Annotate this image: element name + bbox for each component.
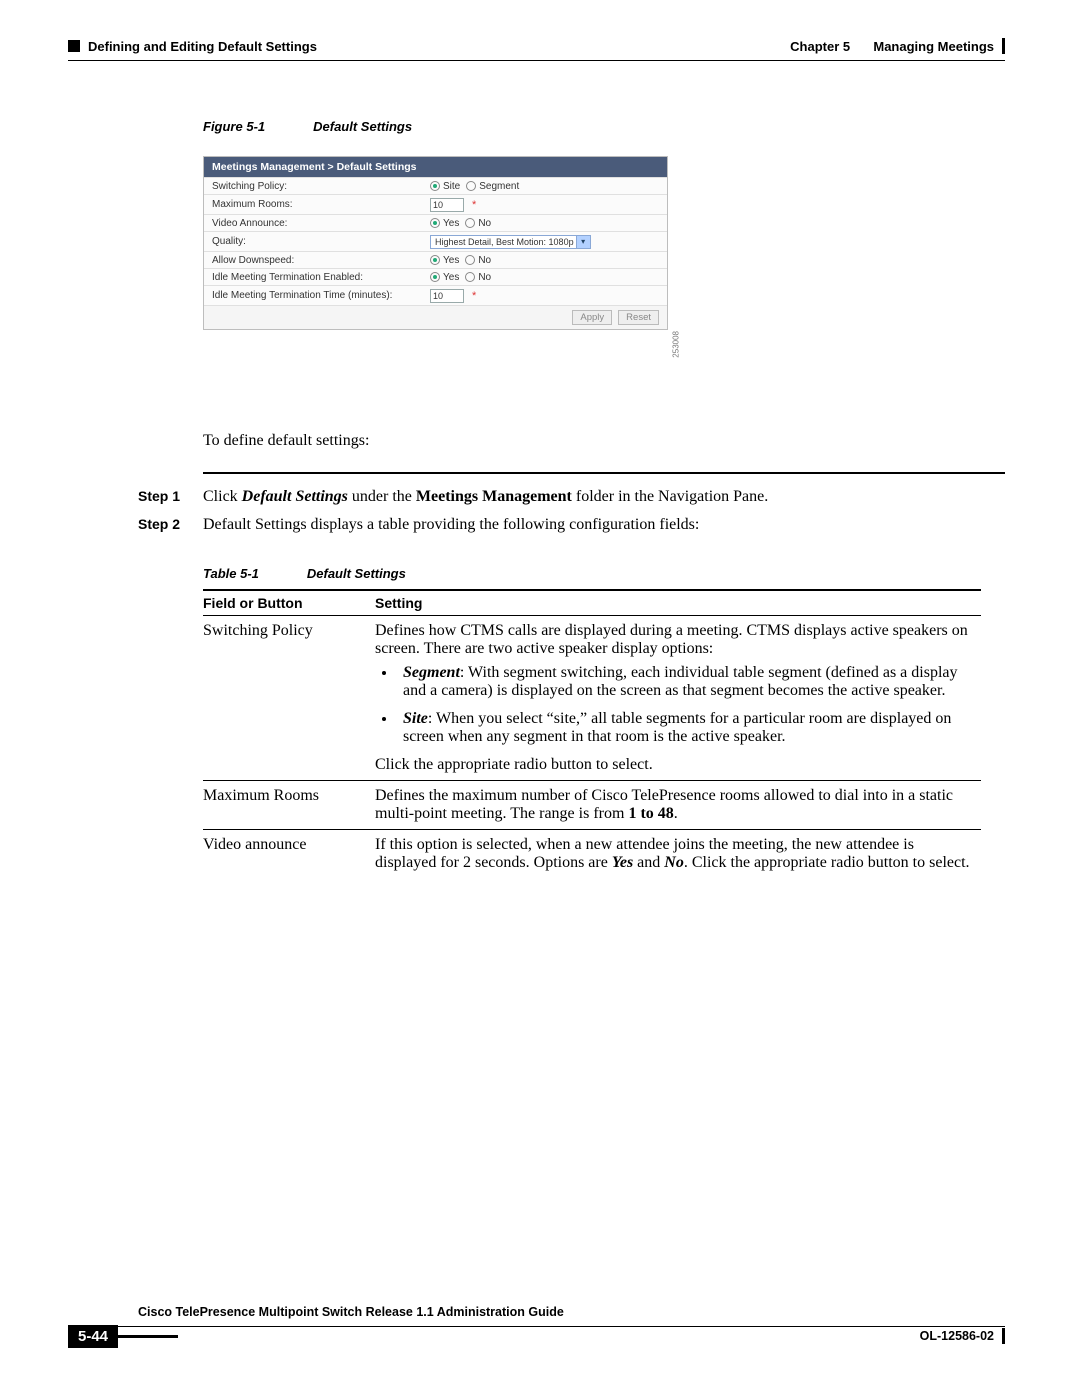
table-row: Switching Policy Defines how CTMS calls … — [203, 616, 981, 781]
footer-left: 5-44 — [68, 1325, 178, 1348]
header-bar-icon — [1002, 38, 1005, 54]
radio-site[interactable]: Site — [430, 181, 460, 192]
quality-select[interactable]: Highest Detail, Best Motion: 1080p ▾ — [430, 235, 591, 249]
header-chapter: Chapter 5 — [790, 39, 850, 54]
field-setting: If this option is selected, when a new a… — [375, 830, 981, 879]
screenshot-breadcrumb: Meetings Management > Default Settings — [204, 157, 667, 177]
reset-button[interactable]: Reset — [618, 310, 659, 325]
radio-segment[interactable]: Segment — [466, 181, 519, 192]
screenshot-default-settings: 253008 Meetings Management > Default Set… — [203, 156, 668, 330]
col-header-field: Field or Button — [203, 590, 375, 616]
radio-no[interactable]: No — [465, 255, 491, 266]
max-rooms-input[interactable]: 10 — [430, 198, 464, 212]
figure-caption: Figure 5-1 Default Settings — [203, 119, 1005, 134]
row-label: Maximum Rooms: — [212, 199, 430, 210]
field-name: Video announce — [203, 830, 375, 879]
footer-right: OL-12586-02 — [920, 1328, 1005, 1344]
step-label: Step 1 — [68, 488, 203, 506]
step-1: Step 1 Click Default Settings under the … — [68, 488, 1005, 506]
field-setting: Defines how CTMS calls are displayed dur… — [375, 616, 981, 781]
field-name: Switching Policy — [203, 616, 375, 781]
apply-button[interactable]: Apply — [572, 310, 612, 325]
intro-text: To define default settings: — [203, 432, 1005, 450]
step-label: Step 2 — [68, 516, 203, 534]
header-rule — [68, 60, 1005, 61]
table-row: Video announce If this option is selecte… — [203, 830, 981, 879]
col-header-setting: Setting — [375, 590, 981, 616]
table-caption: Table 5-1 Default Settings — [203, 566, 1005, 581]
footer-rule — [68, 1326, 1005, 1327]
list-item: Site: When you select “site,” all table … — [397, 710, 977, 746]
radio-yes[interactable]: Yes — [430, 255, 459, 266]
field-setting: Defines the maximum number of Cisco Tele… — [375, 781, 981, 830]
chevron-down-icon: ▾ — [576, 236, 590, 248]
header-chapter-title: Managing Meetings — [873, 39, 994, 54]
row-label: Quality: — [212, 236, 430, 247]
required-icon: * — [472, 199, 476, 211]
step-text: Default Settings displays a table provid… — [203, 516, 1005, 534]
step-2: Step 2 Default Settings displays a table… — [68, 516, 1005, 534]
radio-yes[interactable]: Yes — [430, 218, 459, 229]
required-icon: * — [472, 290, 476, 302]
figure-number: Figure 5-1 — [203, 119, 265, 134]
page-header: Defining and Editing Default Settings Ch… — [68, 38, 1005, 54]
steps-rule — [203, 472, 1005, 474]
footer-guide-title: Cisco TelePresence Multipoint Switch Rel… — [138, 1305, 564, 1319]
header-marker-icon — [68, 40, 80, 52]
radio-no[interactable]: No — [465, 272, 491, 283]
row-label: Idle Meeting Termination Enabled: — [212, 272, 430, 283]
step-text: Click Default Settings under the Meeting… — [203, 488, 1005, 506]
field-name: Maximum Rooms — [203, 781, 375, 830]
doc-id: OL-12586-02 — [920, 1329, 994, 1343]
figure-title: Default Settings — [313, 119, 412, 134]
row-label: Switching Policy: — [212, 181, 430, 192]
table-number: Table 5-1 — [203, 566, 259, 581]
footer-bar-icon — [1002, 1328, 1005, 1344]
radio-no[interactable]: No — [465, 218, 491, 229]
table-title: Default Settings — [307, 566, 406, 581]
fields-table: Field or Button Setting Switching Policy… — [203, 589, 981, 878]
page-number: 5-44 — [68, 1325, 118, 1348]
list-item: Segment: With segment switching, each in… — [397, 664, 977, 700]
row-label: Video Announce: — [212, 218, 430, 229]
footer-bar-icon — [118, 1335, 178, 1338]
idle-time-input[interactable]: 10 — [430, 289, 464, 303]
row-label: Allow Downspeed: — [212, 255, 430, 266]
screenshot-id: 253008 — [672, 331, 681, 358]
table-row: Maximum Rooms Defines the maximum number… — [203, 781, 981, 830]
row-label: Idle Meeting Termination Time (minutes): — [212, 290, 430, 301]
header-section-title: Defining and Editing Default Settings — [88, 39, 317, 54]
radio-yes[interactable]: Yes — [430, 272, 459, 283]
